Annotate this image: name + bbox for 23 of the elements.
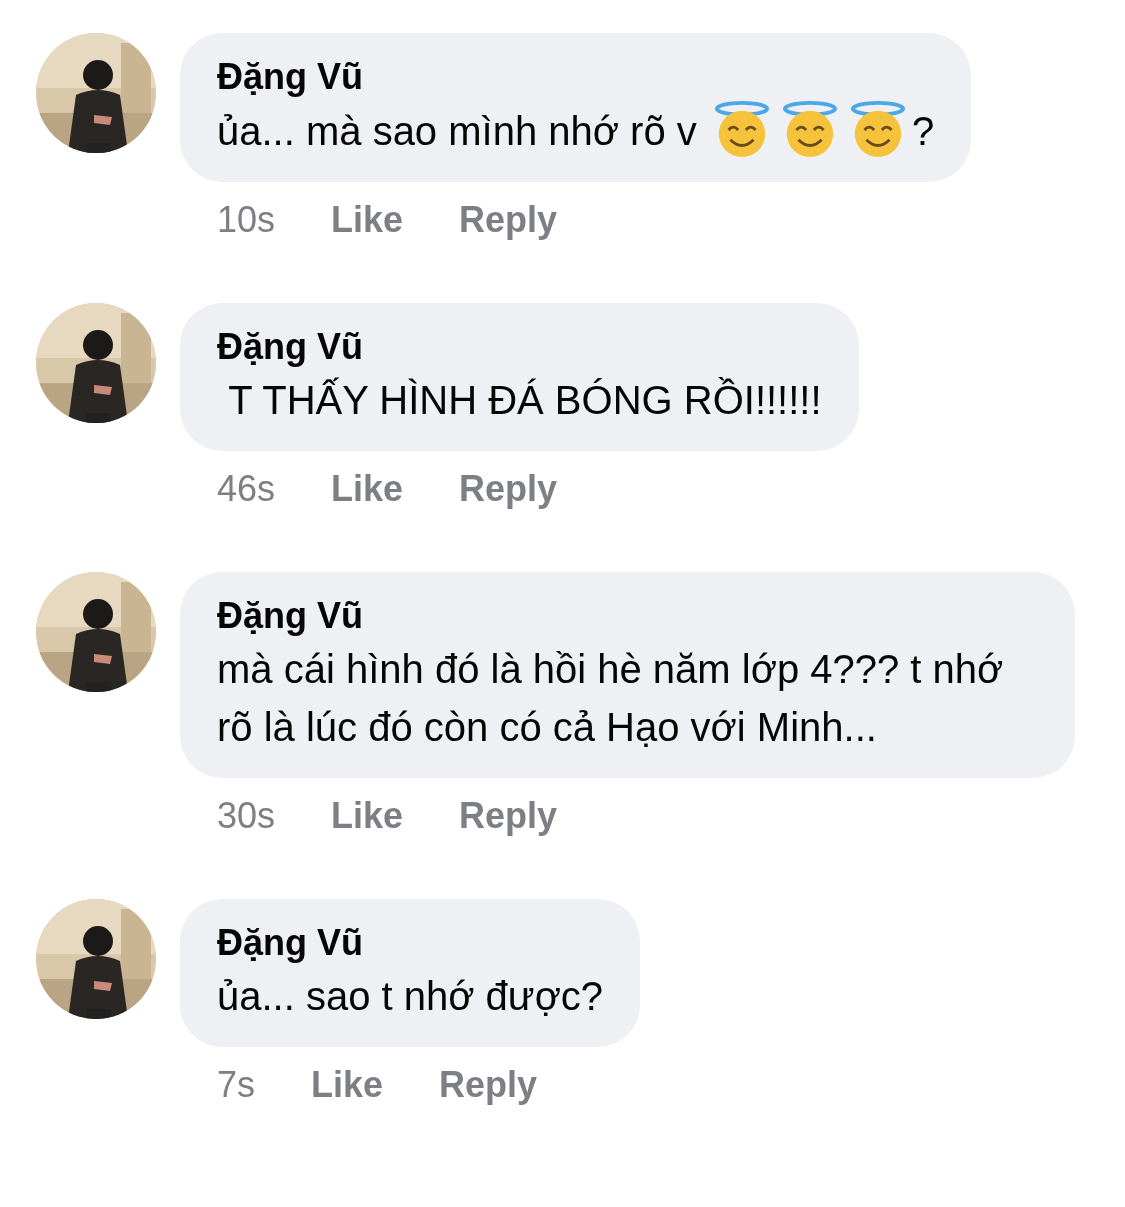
author-name[interactable]: Đặng Vũ [217,592,1038,640]
comment-action-link[interactable]: Like [331,794,404,838]
author-name[interactable]: Đặng Vũ [217,323,822,371]
comment-text: T THẤY HÌNH ĐÁ BÓNG RỒI!!!!!! [227,376,822,424]
comment-action-link[interactable]: Reply [459,198,558,242]
halo-smiley-icon [848,101,907,159]
comment-time: 30s [217,794,276,838]
comment-text: ủa... sao t nhớ được? [217,973,604,1020]
halo-smiley-icon [712,101,771,159]
comment-text: ủa... mà sao mình nhớ rõ v ? [217,101,935,160]
comment-text: mà cái hình đó là hồi hè năm lớp 4??? t nhớ rõ là lúc đó còn có cả Hạo với Minh... [217,646,1005,751]
comment-time: 10s [217,198,276,242]
comment-time: 46s [217,467,276,511]
comment-action-link[interactable]: Like [331,198,404,242]
comment-action-link[interactable]: Like [331,467,404,511]
comment-action-link[interactable]: Reply [439,1063,538,1107]
comment-action-link[interactable]: Like [311,1063,384,1107]
comment-time: 7s [217,1063,256,1107]
comment-action-link[interactable]: Reply [459,794,558,838]
comment-action-link[interactable]: Reply [459,467,558,511]
author-name[interactable]: Đặng Vũ [217,919,604,967]
halo-smiley-icon [780,101,839,159]
author-name[interactable]: Đặng Vũ [217,53,935,101]
